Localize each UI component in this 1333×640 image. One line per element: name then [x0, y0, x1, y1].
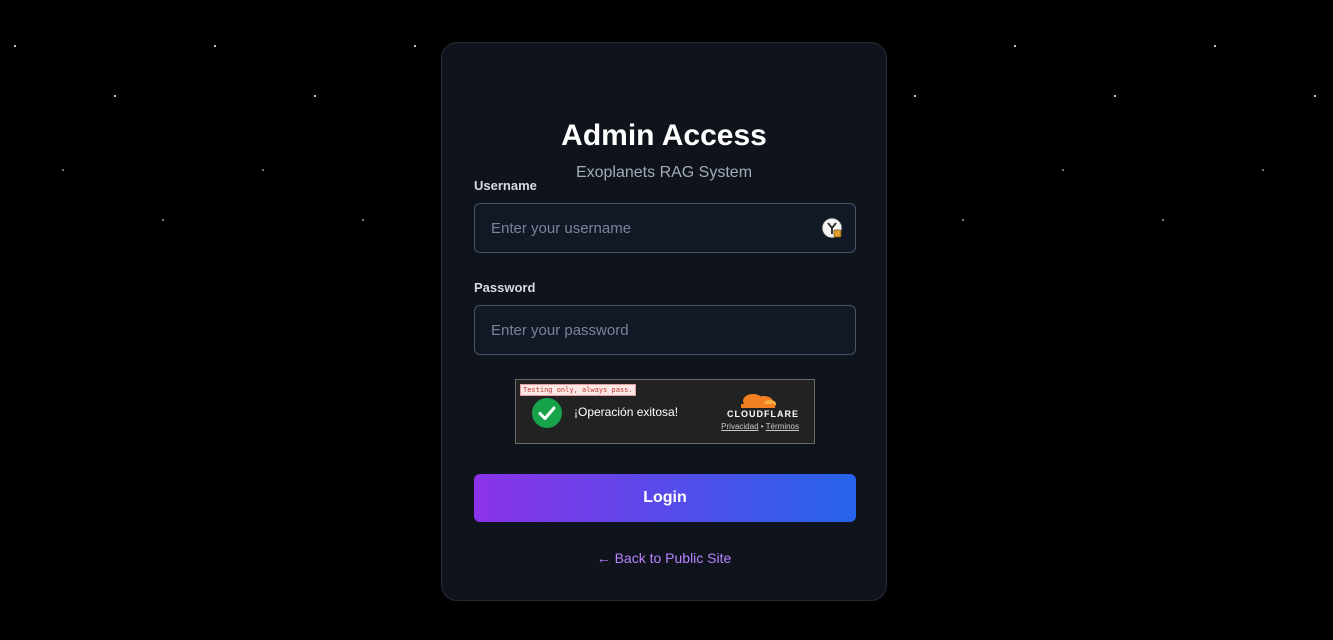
star	[162, 219, 164, 221]
star	[214, 45, 216, 47]
star	[1162, 219, 1164, 221]
privacy-link[interactable]: Privacidad	[721, 422, 758, 431]
username-field-wrapper	[474, 203, 856, 253]
star	[114, 95, 116, 97]
star	[362, 219, 364, 221]
star	[1014, 45, 1016, 47]
check-circle-icon	[532, 398, 562, 428]
password-manager-icon[interactable]	[821, 217, 843, 239]
star	[1314, 95, 1316, 97]
captcha-test-badge: Testing only, always pass.	[520, 384, 636, 396]
page-title: Admin Access	[561, 119, 767, 152]
back-to-public-site-link[interactable]: ← Back to Public Site	[442, 550, 886, 566]
star	[1262, 169, 1264, 171]
cloudflare-wordmark: CLOUDFLARE	[727, 409, 799, 419]
login-button[interactable]: Login	[474, 474, 856, 522]
star	[14, 45, 16, 47]
password-input[interactable]	[475, 306, 855, 354]
turnstile-captcha-widget[interactable]: Testing only, always pass. ¡Operación ex…	[515, 379, 815, 444]
password-field-wrapper	[474, 305, 856, 355]
cloud-icon	[741, 394, 776, 408]
star	[914, 95, 916, 97]
login-card: Admin Access Exoplanets RAG System Usern…	[441, 42, 887, 601]
username-label: Username	[474, 178, 537, 193]
username-input[interactable]	[475, 204, 855, 252]
star	[1214, 45, 1216, 47]
star	[62, 169, 64, 171]
cloudflare-logo: CLOUDFLARE	[719, 390, 799, 419]
star	[262, 169, 264, 171]
star	[1062, 169, 1064, 171]
star	[1114, 95, 1116, 97]
captcha-status-message: ¡Operación exitosa!	[574, 405, 679, 419]
star	[962, 219, 964, 221]
star	[314, 95, 316, 97]
captcha-links: Privacidad • Términos	[721, 422, 799, 431]
terms-link[interactable]: Términos	[766, 422, 799, 431]
link-separator: •	[760, 422, 764, 431]
star	[414, 45, 416, 47]
password-label: Password	[474, 280, 536, 295]
